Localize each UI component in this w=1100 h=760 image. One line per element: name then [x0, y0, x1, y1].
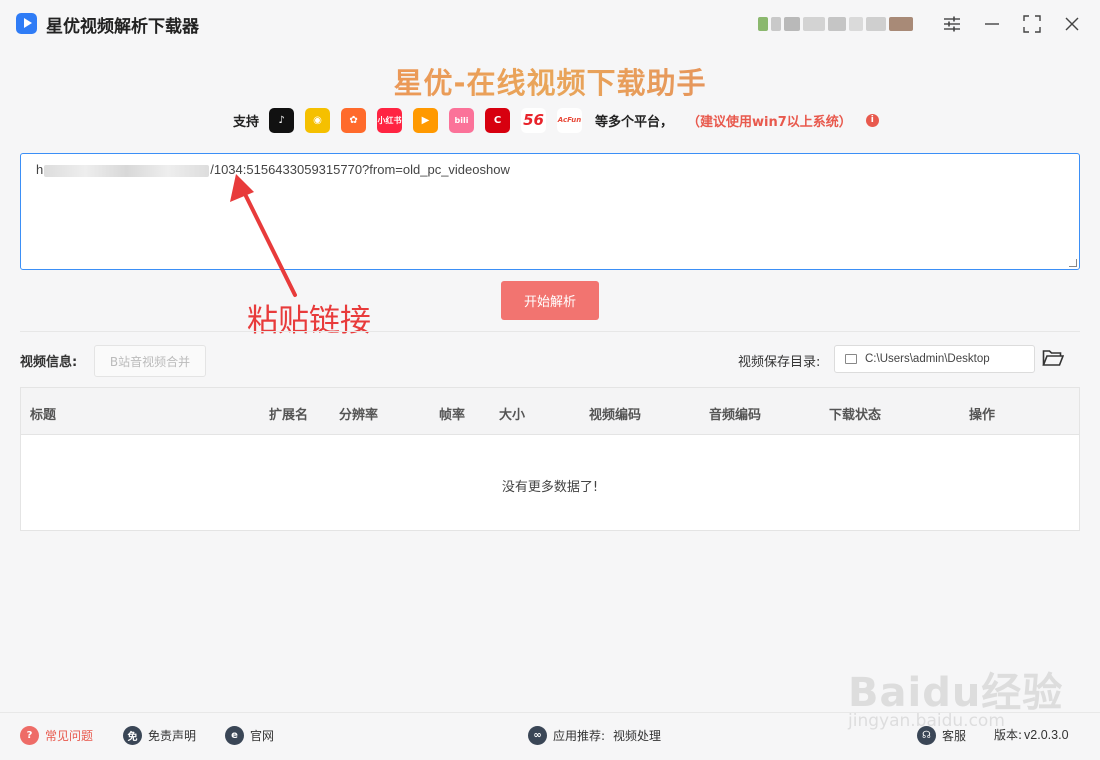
system-note: （建议使用win7以上系统） — [687, 114, 852, 130]
footer-divider — [0, 712, 1100, 713]
acfun-icon: AcFun — [557, 107, 583, 133]
disclaimer-label: 免责声明 — [148, 729, 197, 743]
user-avatar[interactable] — [758, 12, 926, 36]
divider — [20, 331, 1080, 332]
website-label: 官网 — [250, 729, 275, 743]
save-dir-value: C:\Users\admin\Desktop — [865, 353, 990, 365]
column-header-video-codec[interactable]: 视频编码 — [589, 404, 641, 423]
support-label: 支持 — [233, 114, 260, 130]
more-platforms-label: 等多个平台， — [595, 114, 674, 130]
column-header-actions[interactable]: 操作 — [969, 404, 995, 423]
video-info-label: 视频信息: — [20, 355, 78, 370]
table-header: 标题 扩展名 分辨率 帧率 大小 视频编码 音频编码 下载状态 操作 — [21, 388, 1079, 435]
customer-service-link[interactable]: ☊ 客服 — [917, 726, 966, 745]
close-icon[interactable] — [1060, 12, 1084, 36]
bilibili-merge-button[interactable]: B站音视频合并 — [94, 345, 206, 377]
resize-handle-icon[interactable] — [1069, 259, 1077, 267]
douyin-icon: ♪ — [269, 107, 295, 133]
column-header-extension[interactable]: 扩展名 — [269, 404, 308, 423]
version-info: 版本: v2.0.3.0 — [994, 726, 1069, 743]
version-label: 版本: — [994, 728, 1023, 742]
folder-icon — [845, 354, 857, 364]
url-input[interactable]: h/1034:5156433059315770?from=old_pc_vide… — [20, 153, 1080, 270]
disclaimer-icon: 免 — [123, 726, 142, 745]
baidu-watermark: Baidu经验 — [848, 670, 1064, 716]
column-header-audio-codec[interactable]: 音频编码 — [709, 404, 761, 423]
platform-support-row: 支持 ♪ ◉ ✿ 小红书 ▶ bili C 56 AcFun 等多个平台， （建议使用win7以… — [233, 106, 879, 134]
disclaimer-link[interactable]: 免 免责声明 — [123, 726, 196, 745]
service-label: 客服 — [942, 729, 967, 743]
xiaohongshu-icon: 小红书 — [377, 107, 403, 133]
url-redacted-segment — [44, 164, 210, 177]
save-dir-field[interactable]: C:\Users\admin\Desktop — [834, 345, 1035, 373]
table-empty-message: 没有更多数据了! — [501, 480, 599, 495]
link-icon: ∞ — [528, 726, 547, 745]
minimize-icon[interactable] — [980, 12, 1004, 36]
tencent-video-icon: ▶ — [413, 107, 439, 133]
column-header-title[interactable]: 标题 — [30, 404, 56, 423]
maximize-icon[interactable] — [1020, 12, 1044, 36]
save-dir-label: 视频保存目录: — [738, 355, 821, 370]
headset-icon: ☊ — [917, 726, 936, 745]
start-parse-button[interactable]: 开始解析 — [501, 281, 599, 320]
version-value: v2.0.3.0 — [1024, 727, 1069, 742]
faq-link[interactable]: ? 常见问题 — [20, 726, 93, 745]
browser-icon: e — [225, 726, 244, 745]
column-header-resolution[interactable]: 分辨率 — [339, 404, 378, 423]
app-recommend-link[interactable]: ∞ 应用推荐: 视频处理 — [528, 726, 661, 745]
56-icon: 56 — [521, 107, 547, 133]
video-table: 标题 扩展名 分辨率 帧率 大小 视频编码 音频编码 下载状态 操作 没有更多数… — [20, 387, 1080, 531]
column-header-framerate[interactable]: 帧率 — [439, 404, 465, 423]
url-prefix: h — [36, 162, 44, 177]
weibo-icon: ◉ — [305, 107, 331, 133]
title-bar: 星优视频解析下载器 — [0, 0, 1100, 48]
recommend-value: 视频处理 — [613, 729, 662, 743]
platform-icon-list: ♪ ◉ ✿ 小红书 ▶ bili C 56 AcFun — [269, 107, 593, 133]
website-link[interactable]: e 官网 — [225, 726, 274, 745]
hero-title: 星优-在线视频下载助手 — [0, 60, 1100, 102]
open-folder-icon[interactable] — [1042, 348, 1065, 368]
question-icon: ? — [20, 726, 39, 745]
url-text: /1034:5156433059315770?from=old_pc_video… — [210, 162, 510, 177]
column-header-download-status[interactable]: 下载状态 — [829, 404, 881, 423]
column-header-size[interactable]: 大小 — [499, 404, 525, 423]
bilibili-icon: bili — [449, 107, 475, 133]
info-icon[interactable]: i — [865, 113, 879, 127]
settings-icon[interactable] — [940, 12, 964, 36]
recommend-label: 应用推荐: — [553, 729, 606, 743]
app-logo-icon — [16, 13, 37, 34]
app-title: 星优视频解析下载器 — [46, 17, 199, 37]
cctv-icon: C — [485, 107, 511, 133]
kuaishou-icon: ✿ — [341, 107, 367, 133]
faq-label: 常见问题 — [45, 729, 94, 743]
paste-link-annotation: 粘贴链接 — [247, 303, 371, 339]
